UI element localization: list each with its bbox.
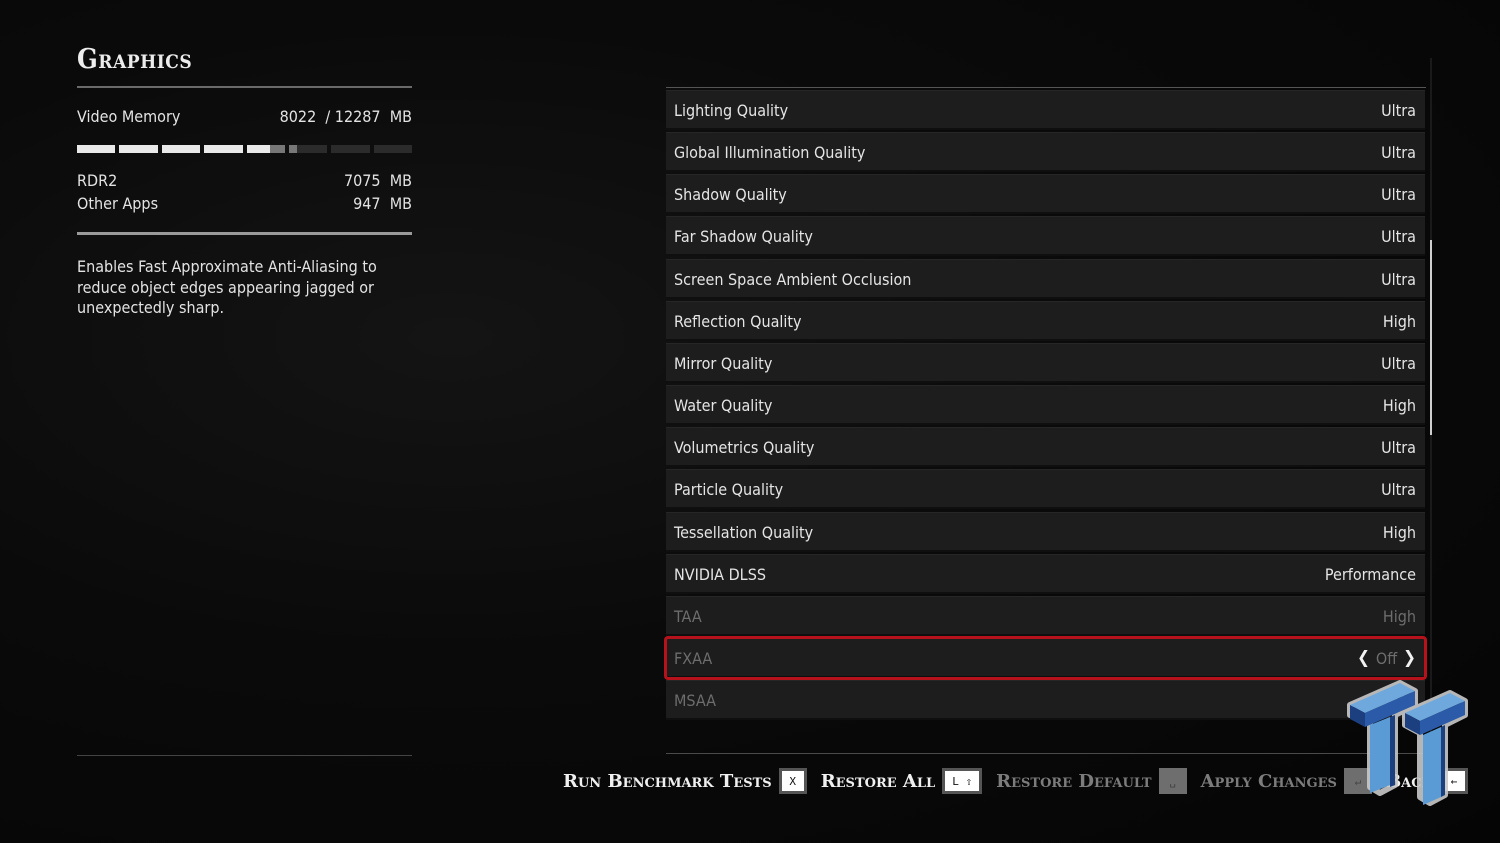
setting-value: Performance xyxy=(1324,564,1416,584)
setting-value-text: Off xyxy=(1375,648,1398,668)
setting-row-particle-quality[interactable]: Particle Quality Ultra xyxy=(666,469,1425,510)
setting-row-global-illumination-quality[interactable]: Global Illumination Quality Ultra xyxy=(666,132,1425,173)
setting-value: Ultra xyxy=(1381,227,1416,247)
memory-breakdown-other: Other Apps 947 MB xyxy=(77,194,412,213)
setting-description: Enables Fast Approximate Anti-Aliasing t… xyxy=(77,257,377,317)
memory-bar-app-fill xyxy=(204,145,243,153)
key-hint-icon: X xyxy=(778,768,807,794)
setting-row-volumetrics-quality[interactable]: Volumetrics Quality Ultra xyxy=(666,427,1425,468)
setting-value: High xyxy=(1382,396,1416,416)
tt-logo-icon xyxy=(1345,675,1470,810)
scrollbar-thumb[interactable] xyxy=(1430,240,1432,435)
setting-row-water-quality[interactable]: Water Quality High xyxy=(666,385,1425,426)
breakdown-value: 7075 MB xyxy=(343,171,412,190)
action-label: Restore Default xyxy=(996,770,1152,792)
list-top-border xyxy=(666,87,1426,88)
setting-label: Shadow Quality xyxy=(674,185,787,205)
setting-value: Ultra xyxy=(1381,269,1416,289)
setting-label: Reflection Quality xyxy=(674,311,802,331)
setting-row-fxaa[interactable]: FXAA ❮ Off ❯ xyxy=(664,635,1427,680)
setting-value: Ultra xyxy=(1381,143,1416,163)
chevron-left-icon[interactable]: ❮ xyxy=(1357,648,1370,668)
setting-row-nvidia-dlss[interactable]: NVIDIA DLSS Performance xyxy=(666,553,1425,594)
setting-value: High xyxy=(1382,522,1416,542)
video-memory-label: Video Memory xyxy=(77,107,181,126)
footer-actions: Run Benchmark Tests X Restore All L ⇧ Restor… xyxy=(563,768,1468,794)
chevron-right-icon[interactable]: ❯ xyxy=(1403,648,1416,668)
memory-divider xyxy=(77,232,412,235)
title-divider xyxy=(77,86,412,88)
setting-label: Screen Space Ambient Occlusion xyxy=(674,269,912,289)
memory-bar-segment xyxy=(119,145,158,153)
memory-bar-other-fill xyxy=(288,145,298,153)
setting-value: High xyxy=(1382,311,1416,331)
setting-value: Ultra xyxy=(1381,480,1416,500)
memory-bar-app-fill xyxy=(77,145,116,153)
setting-value: Ultra xyxy=(1381,438,1416,458)
setting-row-lighting-quality[interactable]: Lighting Quality Ultra xyxy=(666,90,1425,130)
restore-all-button[interactable]: Restore All L ⇧ xyxy=(820,768,983,794)
memory-bar-app-fill xyxy=(119,145,158,153)
setting-label: Tessellation Quality xyxy=(674,522,814,542)
video-memory-value: 8022 / 12287 MB xyxy=(279,107,412,126)
memory-bar-segment xyxy=(161,145,201,153)
setting-label: MSAA xyxy=(674,691,716,711)
video-memory-row: Video Memory 8022 / 12287 MB xyxy=(77,107,412,126)
setting-label: Water Quality xyxy=(674,396,773,416)
setting-label: NVIDIA DLSS xyxy=(674,564,766,584)
memory-bar-segment xyxy=(373,145,412,153)
setting-row-mirror-quality[interactable]: Mirror Quality Ultra xyxy=(666,342,1425,383)
memory-bar-segment xyxy=(246,145,285,153)
setting-row-far-shadow-quality[interactable]: Far Shadow Quality Ultra xyxy=(666,216,1425,257)
setting-value: Ultra xyxy=(1381,353,1416,373)
bottom-divider xyxy=(77,755,412,756)
setting-row-tessellation-quality[interactable]: Tessellation Quality High xyxy=(666,511,1425,552)
setting-label: Far Shadow Quality xyxy=(674,227,813,247)
setting-label: Volumetrics Quality xyxy=(674,438,815,458)
setting-row-taa[interactable]: TAA High xyxy=(666,595,1425,636)
setting-label: Particle Quality xyxy=(674,480,784,500)
memory-bar-app-fill xyxy=(161,145,201,153)
setting-value: Ultra xyxy=(1381,101,1416,120)
setting-row-shadow-quality[interactable]: Shadow Quality Ultra xyxy=(666,174,1425,215)
run-benchmark-tests-button[interactable]: Run Benchmark Tests X xyxy=(563,768,807,794)
action-label: Restore All xyxy=(820,770,936,792)
breakdown-value: 947 MB xyxy=(353,194,412,213)
memory-bar-app-fill xyxy=(246,145,270,153)
page-title: Graphics xyxy=(77,44,193,75)
setting-label: Mirror Quality xyxy=(674,353,773,373)
action-label: Apply Changes xyxy=(1200,770,1337,792)
key-hint-icon: L ⇧ xyxy=(942,768,983,794)
video-memory-bar xyxy=(77,145,412,153)
setting-row-msaa[interactable]: MSAAOff xyxy=(666,680,1425,721)
setting-label: FXAA xyxy=(674,648,713,668)
memory-bar-segment xyxy=(204,145,243,153)
setting-label: Global Illumination Quality xyxy=(674,143,866,163)
setting-row-reflection-quality[interactable]: Reflection Quality High xyxy=(666,300,1425,341)
restore-default-button[interactable]: Restore Default ␣ xyxy=(996,768,1187,794)
key-hint-icon: ␣ xyxy=(1158,768,1187,794)
memory-bar-segment xyxy=(288,145,328,153)
memory-breakdown-rdr2: RDR2 7075 MB xyxy=(77,171,412,190)
breakdown-label: Other Apps xyxy=(77,194,159,213)
setting-value: ❮ Off ❯ xyxy=(1357,648,1425,668)
memory-bar-segment xyxy=(331,145,370,153)
action-label: Run Benchmark Tests xyxy=(563,770,772,792)
setting-value: High xyxy=(1382,606,1416,626)
memory-bar-segment xyxy=(77,145,116,153)
setting-label: Lighting Quality xyxy=(674,101,789,120)
memory-bar-other-fill xyxy=(269,145,285,153)
setting-value: Ultra xyxy=(1381,185,1416,205)
footer-divider xyxy=(666,753,1426,754)
setting-label: TAA xyxy=(674,606,702,626)
breakdown-label: RDR2 xyxy=(77,171,118,190)
setting-row-screen-space-ambient-occlusion[interactable]: Screen Space Ambient Occlusion Ultra xyxy=(666,258,1425,299)
